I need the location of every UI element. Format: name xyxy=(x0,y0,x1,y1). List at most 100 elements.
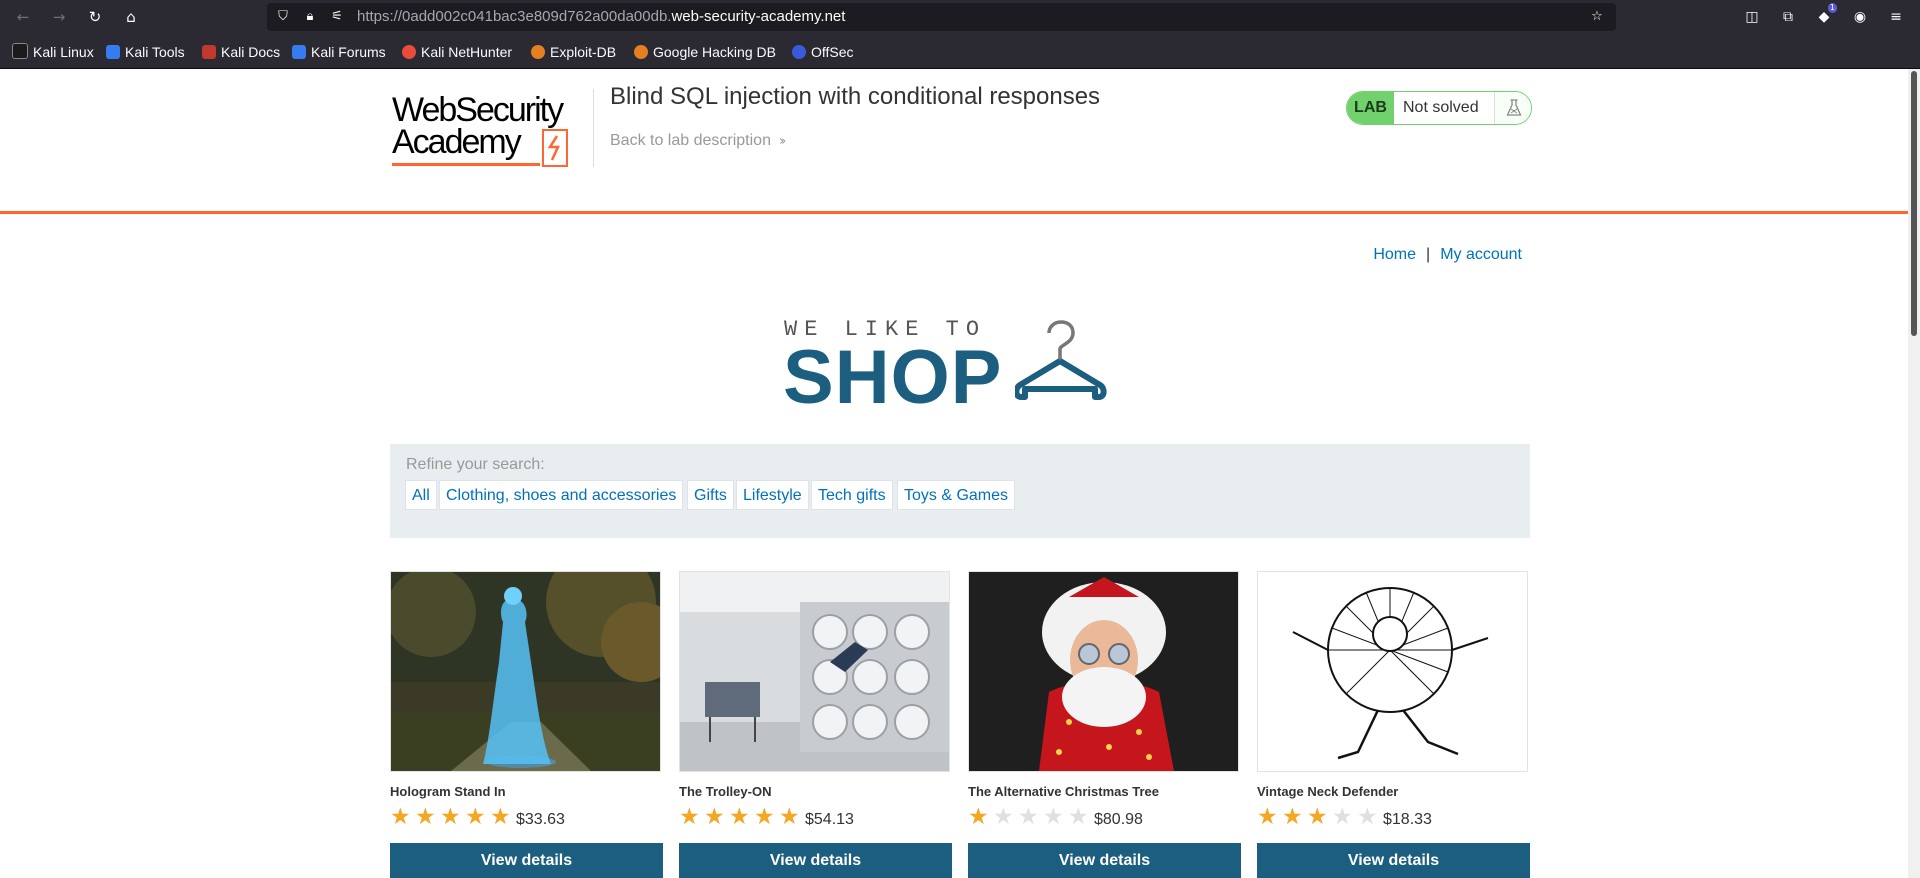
google-hacking-db-icon xyxy=(634,45,648,59)
view-details-button[interactable]: View details xyxy=(390,843,663,878)
star-empty-icon: ★ xyxy=(993,804,1014,830)
nav-separator: | xyxy=(1426,246,1431,263)
product-name: The Trolley-ON xyxy=(679,784,772,799)
kali-tools-icon xyxy=(106,45,120,59)
url-bar[interactable]: ⛉ 🔒︎ ⚟ https://0add002c041bac3e809d762a0… xyxy=(267,3,1616,31)
extensions-icon[interactable]: ⧉ xyxy=(1776,5,1800,29)
view-details-button[interactable]: View details xyxy=(1257,843,1530,878)
category-lifestyle[interactable]: Lifestyle xyxy=(736,480,809,510)
top-nav-links: Home | My account xyxy=(1373,246,1522,264)
star-filled-icon: ★ xyxy=(1257,804,1278,830)
product-name: The Alternative Christmas Tree xyxy=(968,784,1159,799)
lab-title: Blind SQL injection with conditional res… xyxy=(610,83,1101,110)
star-rating: ★ ★ ★ ★ ★ xyxy=(968,805,1093,829)
star-empty-icon: ★ xyxy=(1018,804,1039,830)
home-link[interactable]: Home xyxy=(1373,246,1416,263)
star-filled-icon: ★ xyxy=(968,804,989,830)
star-rating: ★ ★ ★ ★ ★ xyxy=(679,805,804,829)
page-scrollbar[interactable] xyxy=(1908,69,1920,878)
star-empty-icon: ★ xyxy=(1068,804,1089,830)
bookmark-star-icon[interactable]: ☆ xyxy=(1586,5,1608,29)
forward-arrow-icon[interactable]: → xyxy=(47,5,71,29)
web-security-academy-logo[interactable]: WebSecurity Academy xyxy=(392,89,572,169)
permissions-icon[interactable]: ⚟ xyxy=(326,5,348,29)
shield-icon[interactable]: ⛉ xyxy=(272,5,294,29)
header-divider xyxy=(593,89,594,167)
menu-icon[interactable]: ≡ xyxy=(1884,5,1908,29)
lab-status-text: Not solved xyxy=(1403,99,1479,116)
product-price: $80.98 xyxy=(1094,811,1143,828)
view-details-button[interactable]: View details xyxy=(968,843,1241,878)
bookmark-kali-nethunter[interactable]: Kali NetHunter xyxy=(402,43,512,61)
category-gifts[interactable]: Gifts xyxy=(687,480,734,510)
url-domain: web-security-academy.net xyxy=(671,8,846,25)
url-text[interactable]: https://0add002c041bac3e809d762a00da00db… xyxy=(357,3,845,31)
reload-icon[interactable]: ↻ xyxy=(83,5,107,29)
category-tech-gifts[interactable]: Tech gifts xyxy=(811,480,893,510)
star-filled-icon: ★ xyxy=(1282,804,1303,830)
star-filled-icon: ★ xyxy=(679,804,700,830)
product-name: Hologram Stand In xyxy=(390,784,506,799)
kali-nethunter-icon xyxy=(402,45,416,59)
lab-tag: LAB xyxy=(1347,92,1394,124)
flask-icon[interactable] xyxy=(1494,92,1531,124)
lock-icon[interactable]: 🔒︎ xyxy=(299,5,321,29)
category-toys-games[interactable]: Toys & Games xyxy=(897,480,1016,510)
product-image-christmas-tree[interactable] xyxy=(968,571,1239,772)
kali-forums-icon xyxy=(292,45,306,59)
view-details-button[interactable]: View details xyxy=(679,843,952,878)
back-arrow-icon[interactable]: ← xyxy=(11,5,35,29)
bookmark-kali-docs[interactable]: Kali Docs xyxy=(202,43,280,61)
refine-search-panel: Refine your search: All Clothing, shoes … xyxy=(390,444,1530,538)
star-rating: ★ ★ ★ ★ ★ xyxy=(1257,805,1382,829)
profile-icon[interactable]: ◉ xyxy=(1848,5,1872,29)
pocket-icon[interactable]: ◫ xyxy=(1740,5,1764,29)
product-name: Vintage Neck Defender xyxy=(1257,784,1399,799)
bookmark-kali-forums[interactable]: Kali Forums xyxy=(292,43,386,61)
home-icon[interactable]: ⌂ xyxy=(119,5,143,29)
product-image-trolley[interactable] xyxy=(679,571,950,772)
kali-linux-icon xyxy=(12,43,28,59)
lab-status-widget: LAB Not solved xyxy=(1346,91,1532,125)
star-empty-icon: ★ xyxy=(1357,804,1378,830)
category-all[interactable]: All xyxy=(405,480,437,510)
banner-word: SHOP xyxy=(783,335,1003,420)
exploit-db-icon xyxy=(531,45,545,59)
product-image-neck-defender[interactable] xyxy=(1257,571,1528,772)
category-clothing[interactable]: Clothing, shoes and accessories xyxy=(439,480,684,510)
product-price: $18.33 xyxy=(1383,811,1432,828)
page-content: WebSecurity Academy Blind SQL injection … xyxy=(0,69,1920,878)
kali-docs-icon xyxy=(202,45,216,59)
url-prefix: https://0add002c041bac3e809d762a00da00db… xyxy=(357,8,672,25)
bookmark-kali-tools[interactable]: Kali Tools xyxy=(106,43,185,61)
product-price: $33.63 xyxy=(516,811,565,828)
bookmark-offsec[interactable]: OffSec xyxy=(792,43,854,61)
star-filled-icon: ★ xyxy=(779,804,800,830)
logo-line2: Academy xyxy=(392,123,522,161)
my-account-link[interactable]: My account xyxy=(1440,246,1522,263)
bookmark-kali-linux[interactable]: Kali Linux xyxy=(12,43,94,61)
scrollbar-thumb[interactable] xyxy=(1911,71,1917,336)
star-filled-icon: ★ xyxy=(1307,804,1328,830)
double-chevron-right-icon: ›› xyxy=(778,134,787,149)
star-empty-icon: ★ xyxy=(1332,804,1353,830)
logo-underline xyxy=(392,163,540,166)
product-image-hologram[interactable] xyxy=(390,571,661,772)
extension-icon[interactable]: ◆ 1 xyxy=(1812,3,1837,29)
product-price: $54.13 xyxy=(805,811,854,828)
star-filled-icon: ★ xyxy=(465,804,486,830)
lightning-icon xyxy=(542,129,568,167)
star-filled-icon: ★ xyxy=(490,804,511,830)
star-filled-icon: ★ xyxy=(704,804,725,830)
coat-hanger-icon xyxy=(1015,320,1107,400)
star-rating: ★ ★ ★ ★ ★ xyxy=(390,805,515,829)
refine-search-label: Refine your search: xyxy=(406,456,545,473)
star-empty-icon: ★ xyxy=(1043,804,1064,830)
we-like-to-shop-banner: WE LIKE TO SHOP xyxy=(783,317,1143,420)
extension-badge: 1 xyxy=(1827,3,1837,13)
bookmark-exploit-db[interactable]: Exploit-DB xyxy=(531,43,616,61)
star-filled-icon: ★ xyxy=(390,804,411,830)
bookmark-google-hacking-db[interactable]: Google Hacking DB xyxy=(634,43,776,61)
star-filled-icon: ★ xyxy=(729,804,750,830)
back-to-lab-description-link[interactable]: Back to lab description ›› xyxy=(610,132,787,150)
